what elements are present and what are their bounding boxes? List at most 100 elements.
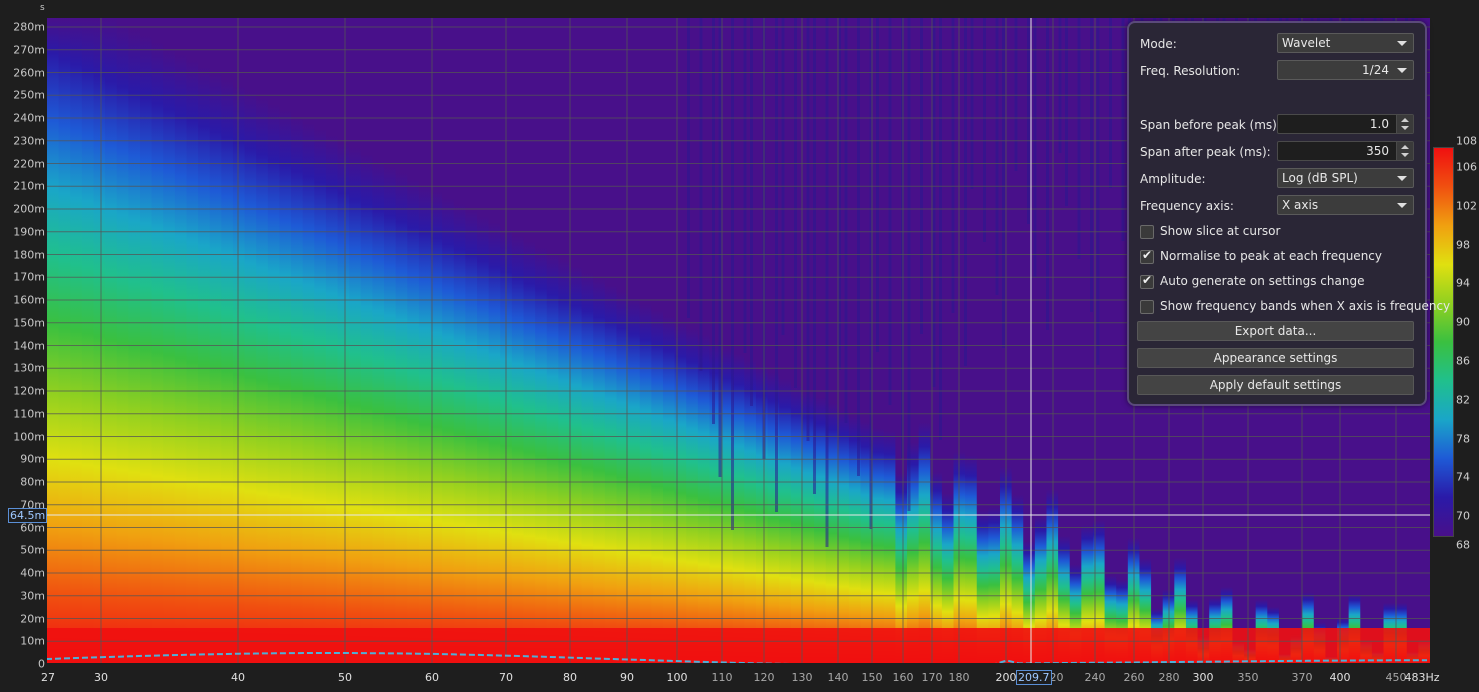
arrow-up-icon[interactable] bbox=[1401, 145, 1409, 149]
y-tick-label: 230m bbox=[13, 134, 45, 148]
checkbox-box[interactable] bbox=[1140, 300, 1154, 314]
x-tick-label: 200 bbox=[995, 671, 1017, 684]
colorbar-min-label: 68 bbox=[1456, 538, 1470, 552]
arrow-up-icon[interactable] bbox=[1401, 118, 1409, 122]
chevron-down-icon bbox=[1397, 41, 1407, 46]
show-bands-label: Show frequency bands when X axis is freq… bbox=[1160, 299, 1451, 313]
export-data-button[interactable]: Export data... bbox=[1137, 321, 1414, 341]
span-before-spinbox[interactable]: 1.0 bbox=[1277, 114, 1414, 134]
y-tick-label: 10m bbox=[20, 634, 45, 648]
color-scale-bar bbox=[1433, 147, 1454, 537]
spectrogram-controls-panel: Mode: Wavelet Freq. Resolution: 1/24 Spa… bbox=[1127, 21, 1450, 406]
y-tick-label: 110m bbox=[13, 407, 45, 421]
checkbox-box[interactable]: ✔ bbox=[1140, 273, 1154, 289]
x-tick-label: 50 bbox=[338, 671, 352, 684]
colorbar-tick-label: 102 bbox=[1456, 199, 1477, 213]
checkbox-box[interactable] bbox=[1140, 225, 1154, 239]
x-tick-label: 70 bbox=[499, 671, 513, 684]
checkmark-icon: ✔ bbox=[1142, 248, 1153, 262]
x-tick-label: 400 bbox=[1329, 671, 1351, 684]
y-tick-label: 160m bbox=[13, 293, 45, 307]
colorbar-max-label: 108 bbox=[1456, 134, 1477, 148]
amplitude-dropdown[interactable]: Log (dB SPL) bbox=[1277, 168, 1414, 188]
freq-resolution-value: 1/24 bbox=[1362, 63, 1389, 77]
y-tick-label: 170m bbox=[13, 270, 45, 284]
span-before-stepper[interactable] bbox=[1396, 115, 1413, 133]
show-slice-label: Show slice at cursor bbox=[1160, 224, 1281, 238]
span-after-stepper[interactable] bbox=[1396, 142, 1413, 160]
freq-resolution-label: Freq. Resolution: bbox=[1140, 64, 1241, 78]
show-bands-checkbox[interactable]: Show frequency bands when X axis is freq… bbox=[1140, 299, 1450, 314]
x-tick-label: 80 bbox=[563, 671, 577, 684]
x-tick-label: 350 bbox=[1237, 671, 1259, 684]
y-tick-label: 130m bbox=[13, 361, 45, 375]
x-tick-label: 150 bbox=[861, 671, 883, 684]
y-tick-label: 140m bbox=[13, 339, 45, 352]
mode-label: Mode: bbox=[1140, 37, 1177, 51]
colorbar-tick-label: 82 bbox=[1456, 393, 1470, 407]
x-tick-label: 170 bbox=[921, 671, 943, 684]
y-tick-label: 220m bbox=[13, 157, 45, 170]
x-tick-label: 260 bbox=[1123, 671, 1145, 684]
y-tick-label: 30m bbox=[20, 589, 45, 603]
colorbar-tick-label: 78 bbox=[1456, 432, 1470, 446]
cursor-time-readout: 64.5m bbox=[8, 508, 48, 523]
cursor-frequency-readout: 209.7 bbox=[1016, 670, 1052, 685]
frequency-axis-value: X axis bbox=[1282, 198, 1319, 212]
x-tick-label: 130 bbox=[791, 671, 813, 684]
x-tick-label: 120 bbox=[753, 671, 775, 684]
y-tick-label: 190m bbox=[13, 225, 45, 239]
x-tick-label: 30 bbox=[94, 671, 108, 684]
colorbar-tick-label: 70 bbox=[1456, 509, 1470, 523]
normalise-checkbox[interactable]: ✔ Normalise to peak at each frequency bbox=[1140, 248, 1420, 264]
show-slice-checkbox[interactable]: Show slice at cursor bbox=[1140, 224, 1420, 239]
mode-value: Wavelet bbox=[1282, 36, 1331, 50]
x-tick-label: 100 bbox=[666, 671, 688, 684]
x-tick-label: 90 bbox=[620, 671, 634, 684]
y-axis-unit: s bbox=[40, 3, 45, 13]
auto-generate-checkbox[interactable]: ✔ Auto generate on settings change bbox=[1140, 273, 1420, 289]
colorbar-tick-label: 74 bbox=[1456, 470, 1470, 484]
y-tick-label: 0 bbox=[38, 657, 45, 671]
normalise-label: Normalise to peak at each frequency bbox=[1160, 249, 1382, 263]
colorbar-tick-label: 86 bbox=[1456, 354, 1470, 368]
y-tick-label: 180m bbox=[13, 248, 45, 261]
x-tick-label: 300 bbox=[1192, 671, 1214, 684]
arrow-down-icon[interactable] bbox=[1401, 153, 1409, 157]
x-tick-label: 60 bbox=[425, 671, 439, 684]
x-tick-label: 140 bbox=[827, 671, 849, 684]
x-tick-label: 280 bbox=[1158, 671, 1180, 684]
y-tick-label: 50m bbox=[20, 543, 45, 557]
freq-resolution-dropdown[interactable]: 1/24 bbox=[1277, 60, 1414, 80]
colorbar-tick-label: 90 bbox=[1456, 315, 1470, 329]
y-tick-label: 90m bbox=[20, 452, 45, 466]
y-tick-label: 280m bbox=[13, 20, 45, 34]
x-tick-label: 27 bbox=[41, 671, 55, 684]
arrow-down-icon[interactable] bbox=[1401, 126, 1409, 130]
y-tick-label: 200m bbox=[13, 202, 45, 216]
x-tick-label: 240 bbox=[1084, 671, 1106, 684]
colorbar-tick-label: 98 bbox=[1456, 238, 1470, 252]
frequency-axis-label: Frequency axis: bbox=[1140, 199, 1234, 213]
frequency-axis-dropdown[interactable]: X axis bbox=[1277, 195, 1414, 215]
x-tick-label: 450 bbox=[1385, 671, 1407, 684]
span-before-label: Span before peak (ms): bbox=[1140, 118, 1281, 132]
colorbar-tick-label: 94 bbox=[1456, 276, 1470, 290]
checkmark-icon: ✔ bbox=[1142, 273, 1153, 287]
amplitude-value: Log (dB SPL) bbox=[1282, 171, 1358, 185]
y-tick-label: 20m bbox=[20, 612, 45, 625]
y-tick-label: 40m bbox=[20, 566, 45, 580]
appearance-settings-button[interactable]: Appearance settings bbox=[1137, 348, 1414, 368]
chevron-down-icon bbox=[1397, 203, 1407, 208]
mode-dropdown[interactable]: Wavelet bbox=[1277, 33, 1414, 53]
y-tick-label: 100m bbox=[13, 430, 45, 443]
span-after-spinbox[interactable]: 350 bbox=[1277, 141, 1414, 161]
y-tick-label: 210m bbox=[13, 179, 45, 193]
auto-generate-label: Auto generate on settings change bbox=[1160, 274, 1365, 288]
apply-default-settings-button[interactable]: Apply default settings bbox=[1137, 375, 1414, 395]
checkbox-box[interactable]: ✔ bbox=[1140, 248, 1154, 264]
amplitude-label: Amplitude: bbox=[1140, 172, 1206, 186]
span-before-value: 1.0 bbox=[1369, 117, 1389, 131]
x-tick-label: 370 bbox=[1291, 671, 1313, 684]
x-tick-label: 110 bbox=[711, 671, 733, 684]
